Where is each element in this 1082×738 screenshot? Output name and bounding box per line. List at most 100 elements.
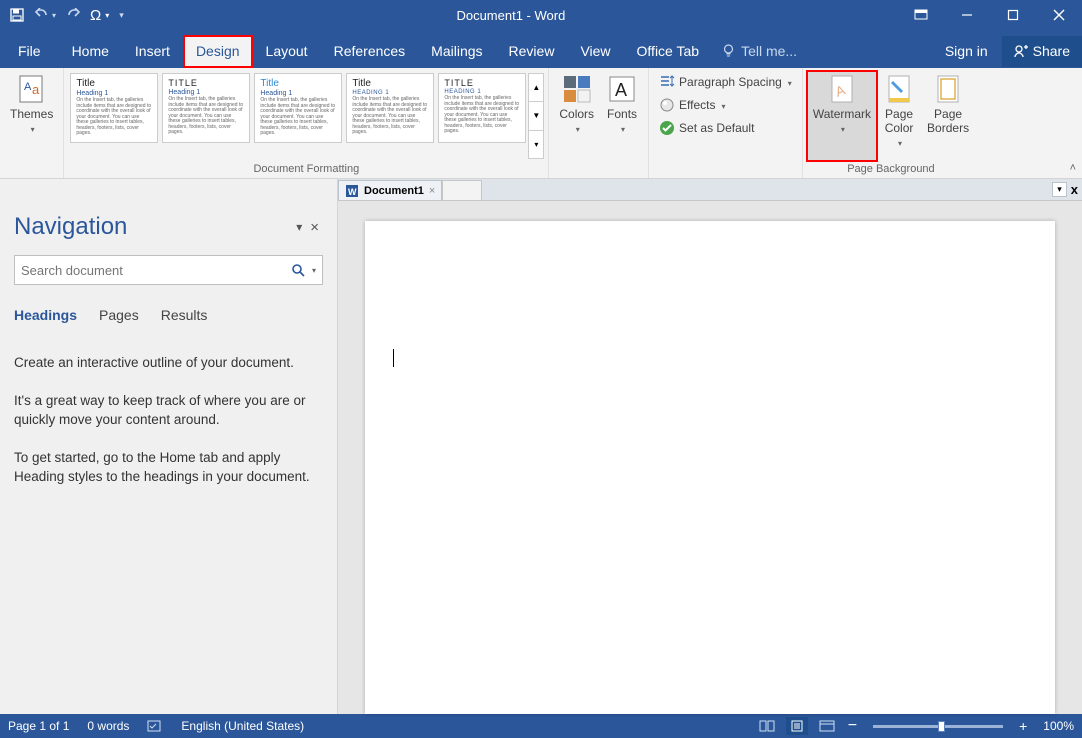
lightbulb-icon xyxy=(722,44,735,59)
zoom-slider[interactable] xyxy=(873,725,1003,728)
set-as-default-button[interactable]: Set as Default xyxy=(655,118,796,138)
status-page[interactable]: Page 1 of 1 xyxy=(8,719,69,733)
document-tab[interactable]: W Document1 × xyxy=(338,180,442,200)
tab-review[interactable]: Review xyxy=(496,35,568,68)
quick-access-toolbar: ▾ Ω▾ ▾ xyxy=(0,7,124,24)
maximize-button[interactable] xyxy=(990,0,1036,30)
zoom-level[interactable]: 100% xyxy=(1043,719,1074,733)
gallery-scroll: ▲ ▼ ▾ xyxy=(528,73,544,159)
status-bar: Page 1 of 1 0 words English (United Stat… xyxy=(0,714,1082,738)
page-borders-icon xyxy=(932,73,964,105)
nav-close-icon[interactable]: × xyxy=(306,219,323,236)
web-layout-button[interactable] xyxy=(816,717,838,735)
fonts-button[interactable]: A Fonts xyxy=(600,71,644,161)
checkmark-icon xyxy=(659,120,675,136)
nav-tabs: Headings Pages Results xyxy=(14,307,323,323)
nav-menu-icon[interactable]: ▾ xyxy=(292,220,306,234)
search-document-box[interactable]: ▾ xyxy=(14,255,323,285)
effects-button[interactable]: Effects xyxy=(655,95,796,115)
svg-text:a: a xyxy=(32,82,40,97)
sign-in-button[interactable]: Sign in xyxy=(931,35,1002,68)
tell-me-search[interactable]: Tell me... xyxy=(712,35,807,68)
new-tab-button[interactable] xyxy=(442,180,482,200)
tabstrip-close-icon[interactable]: x xyxy=(1071,182,1078,197)
style-set-thumb[interactable]: Title Heading 1 On the Insert tab, the g… xyxy=(70,73,158,143)
symbol-omega-button[interactable]: Ω▾ xyxy=(90,7,109,24)
undo-icon[interactable]: ▾ xyxy=(34,8,56,22)
style-set-thumb[interactable]: TITLE HEADING 1 On the Insert tab, the g… xyxy=(438,73,526,143)
tab-home[interactable]: Home xyxy=(59,35,122,68)
tab-design[interactable]: Design xyxy=(183,35,253,68)
ribbon-tabs: File Home Insert Design Layout Reference… xyxy=(0,30,1082,68)
group-label-page-background: Page Background xyxy=(803,161,979,178)
close-tab-icon[interactable]: × xyxy=(429,185,435,197)
colors-button[interactable]: Colors xyxy=(553,71,600,161)
style-set-thumb[interactable]: Title Heading 1 On the Insert tab, the g… xyxy=(254,73,342,143)
navigation-title: Navigation xyxy=(14,213,292,241)
themes-button[interactable]: Aa Themes xyxy=(4,71,59,161)
print-layout-button[interactable] xyxy=(786,717,808,735)
paragraph-spacing-icon xyxy=(659,74,675,90)
search-input[interactable] xyxy=(21,263,287,278)
ribbon: Aa Themes Title Heading 1 On the Insert … xyxy=(0,68,1082,179)
svg-text:A: A xyxy=(615,80,627,100)
window-title: Document1 - Word xyxy=(124,8,898,23)
tabstrip-dropdown-icon[interactable]: ▾ xyxy=(1052,182,1067,197)
effects-icon xyxy=(659,97,675,113)
document-area[interactable] xyxy=(338,201,1082,714)
watermark-button[interactable]: A Watermark xyxy=(807,71,877,161)
document-tab-strip: W Document1 × ▾ x xyxy=(338,179,1082,201)
gallery-more-button[interactable]: ▾ xyxy=(529,131,543,158)
ribbon-display-options-icon[interactable] xyxy=(898,0,944,30)
read-mode-button[interactable] xyxy=(756,717,778,735)
gallery-up-button[interactable]: ▲ xyxy=(529,74,543,102)
watermark-icon: A xyxy=(826,73,858,105)
nav-tab-results[interactable]: Results xyxy=(161,307,208,323)
svg-text:A: A xyxy=(24,81,32,93)
style-set-gallery[interactable]: Title Heading 1 On the Insert tab, the g… xyxy=(64,68,548,161)
colors-icon xyxy=(561,73,593,105)
themes-icon: Aa xyxy=(16,73,48,105)
navigation-pane: Navigation ▾ × ▾ Headings Pages Results … xyxy=(0,201,338,714)
window-controls xyxy=(898,0,1082,30)
page-borders-button[interactable]: Page Borders xyxy=(921,71,975,161)
fonts-icon: A xyxy=(606,73,638,105)
tab-mailings[interactable]: Mailings xyxy=(418,35,495,68)
document-page[interactable] xyxy=(365,221,1055,714)
redo-icon[interactable] xyxy=(66,8,80,22)
nav-tab-headings[interactable]: Headings xyxy=(14,307,77,323)
tab-references[interactable]: References xyxy=(321,35,419,68)
text-cursor xyxy=(393,349,394,367)
style-set-thumb[interactable]: Title HEADING 1 On the Insert tab, the g… xyxy=(346,73,434,143)
status-language[interactable]: English (United States) xyxy=(181,719,304,733)
close-button[interactable] xyxy=(1036,0,1082,30)
title-bar: ▾ Ω▾ ▾ Document1 - Word xyxy=(0,0,1082,30)
nav-hint-1: Create an interactive outline of your do… xyxy=(14,353,323,373)
chevron-down-icon xyxy=(29,121,35,135)
paragraph-spacing-button[interactable]: Paragraph Spacing xyxy=(655,72,796,92)
tab-file[interactable]: File xyxy=(0,35,59,68)
zoom-out-button[interactable]: − xyxy=(846,717,859,735)
zoom-in-button[interactable]: + xyxy=(1017,718,1029,734)
search-icon[interactable] xyxy=(287,263,309,277)
status-word-count[interactable]: 0 words xyxy=(87,719,129,733)
tab-insert[interactable]: Insert xyxy=(122,35,183,68)
save-icon[interactable] xyxy=(10,8,24,22)
group-label-document-formatting: Document Formatting xyxy=(64,161,548,178)
tab-office-tab[interactable]: Office Tab xyxy=(624,35,713,68)
svg-text:W: W xyxy=(348,187,357,197)
share-button[interactable]: Share xyxy=(1002,36,1082,67)
minimize-button[interactable] xyxy=(944,0,990,30)
gallery-down-button[interactable]: ▼ xyxy=(529,102,543,130)
style-set-thumb[interactable]: TITLE Heading 1 On the Insert tab, the g… xyxy=(162,73,250,143)
spellcheck-icon[interactable] xyxy=(147,719,163,733)
page-color-icon xyxy=(883,73,915,105)
nav-hint-3: To get started, go to the Home tab and a… xyxy=(14,448,323,487)
tab-layout[interactable]: Layout xyxy=(253,35,321,68)
tab-view[interactable]: View xyxy=(567,35,623,68)
workspace: Navigation ▾ × ▾ Headings Pages Results … xyxy=(0,201,1082,714)
nav-tab-pages[interactable]: Pages xyxy=(99,307,139,323)
collapse-ribbon-button[interactable]: ˄ xyxy=(1070,162,1076,174)
page-color-button[interactable]: Page Color xyxy=(877,71,921,161)
search-options-icon[interactable]: ▾ xyxy=(309,266,316,275)
